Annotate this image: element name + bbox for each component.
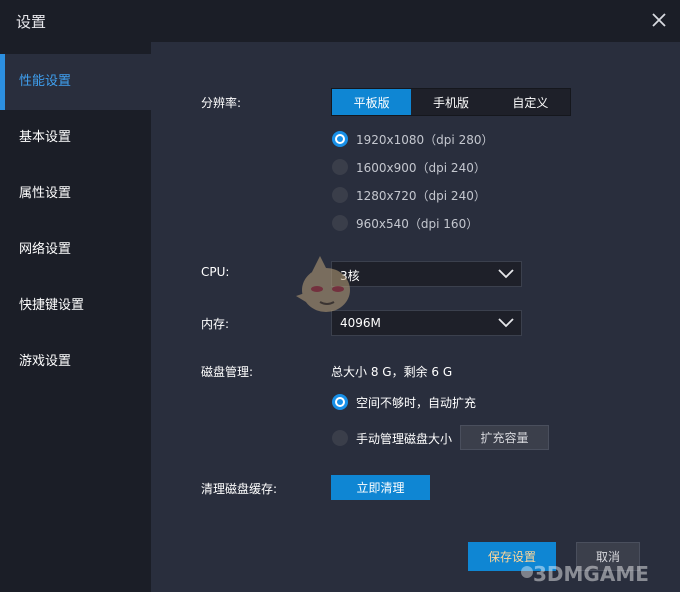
memory-select[interactable]: 4096M — [331, 310, 522, 336]
sidebar-item-performance[interactable]: 性能设置 — [0, 54, 151, 110]
disk-option-label: 手动管理磁盘大小 — [356, 431, 453, 446]
radio-icon[interactable] — [332, 187, 348, 203]
resolution-option-1280[interactable]: 1280x720（dpi 240） — [332, 185, 486, 205]
sidebar-item-network[interactable]: 网络设置 — [0, 222, 151, 278]
cpu-select[interactable]: 3核 — [331, 261, 522, 287]
expand-capacity-button[interactable]: 扩充容量 — [460, 425, 549, 450]
chevron-down-icon — [498, 318, 514, 328]
resolution-option-label: 960x540（dpi 160） — [356, 216, 479, 231]
sidebar: 性能设置 基本设置 属性设置 网络设置 快捷键设置 游戏设置 — [0, 54, 151, 592]
resolution-option-1600[interactable]: 1600x900（dpi 240） — [332, 157, 486, 177]
memory-label: 内存: — [201, 317, 230, 331]
radio-icon[interactable] — [332, 430, 348, 446]
watermark-text: 3DMGAME — [533, 562, 649, 586]
sidebar-item-shortcuts[interactable]: 快捷键设置 — [0, 278, 151, 334]
resolution-option-1920[interactable]: 1920x1080（dpi 280） — [332, 129, 493, 149]
sidebar-item-label: 性能设置 — [19, 74, 72, 89]
radio-selected-icon[interactable] — [332, 394, 348, 410]
resolution-option-label: 1920x1080（dpi 280） — [356, 132, 494, 147]
sidebar-item-label: 游戏设置 — [19, 354, 72, 369]
title-bar: 设置 — [0, 0, 680, 42]
sidebar-item-label: 快捷键设置 — [19, 298, 85, 313]
window-title: 设置 — [16, 13, 47, 31]
resolution-option-label: 1600x900（dpi 240） — [356, 160, 486, 175]
resolution-label: 分辨率: — [201, 96, 242, 110]
radio-selected-icon[interactable] — [332, 131, 348, 147]
chevron-down-icon — [498, 269, 514, 279]
cache-label: 清理磁盘缓存: — [201, 482, 278, 496]
sidebar-item-label: 网络设置 — [19, 242, 72, 257]
disk-option-auto[interactable]: 空间不够时，自动扩充 — [332, 392, 476, 412]
clear-cache-button[interactable]: 立即清理 — [331, 475, 430, 500]
mascot-watermark-icon — [296, 256, 350, 312]
disk-summary: 总大小 8 G，剩余 6 G — [331, 365, 453, 379]
radio-icon[interactable] — [332, 215, 348, 231]
cpu-label: CPU: — [201, 265, 230, 279]
disk-option-label: 空间不够时，自动扩充 — [356, 395, 477, 410]
tab-phone[interactable]: 手机版 — [411, 89, 490, 115]
tab-custom[interactable]: 自定义 — [491, 89, 570, 115]
disk-label: 磁盘管理: — [201, 365, 254, 379]
sidebar-item-games[interactable]: 游戏设置 — [0, 334, 151, 390]
radio-icon[interactable] — [332, 159, 348, 175]
disk-option-manual[interactable]: 手动管理磁盘大小 — [332, 428, 452, 448]
close-icon[interactable] — [650, 11, 668, 29]
sidebar-item-properties[interactable]: 属性设置 — [0, 166, 151, 222]
resolution-option-label: 1280x720（dpi 240） — [356, 188, 486, 203]
sidebar-item-basic[interactable]: 基本设置 — [0, 110, 151, 166]
settings-panel: 分辨率: 平板版 手机版 自定义 1920x1080（dpi 280） 1600… — [151, 42, 680, 592]
sidebar-item-label: 基本设置 — [19, 130, 72, 145]
resolution-option-960[interactable]: 960x540（dpi 160） — [332, 213, 478, 233]
3dmgame-logo-icon — [521, 566, 533, 578]
resolution-tabs: 平板版 手机版 自定义 — [331, 88, 571, 116]
tab-tablet[interactable]: 平板版 — [332, 89, 412, 115]
sidebar-item-label: 属性设置 — [19, 186, 72, 201]
